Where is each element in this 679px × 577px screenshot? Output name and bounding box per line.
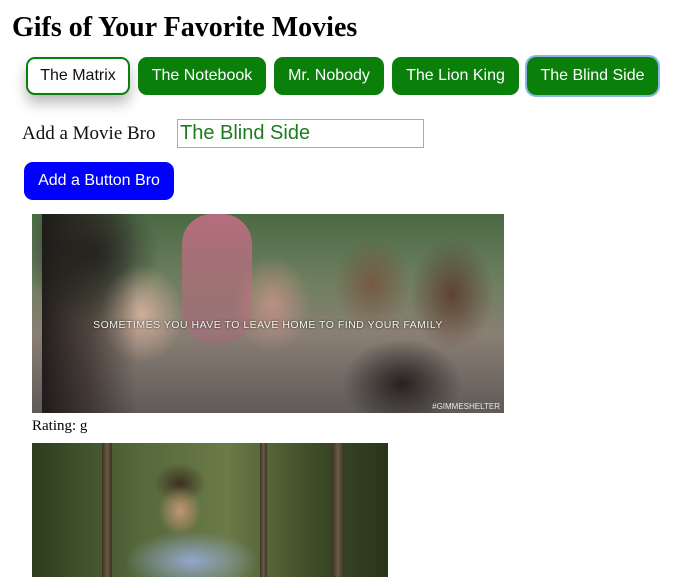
add-button[interactable]: Add a Button Bro: [24, 162, 174, 200]
gif-image-2[interactable]: [32, 443, 388, 577]
add-movie-label: Add a Movie Bro: [22, 123, 156, 144]
movie-input[interactable]: [177, 119, 424, 148]
page-title: Gifs of Your Favorite Movies: [12, 12, 358, 43]
gif-1-caption: SOMETIMES YOU HAVE TO LEAVE HOME TO FIND…: [93, 319, 443, 331]
gif-image-1[interactable]: SOMETIMES YOU HAVE TO LEAVE HOME TO FIND…: [32, 214, 504, 413]
gif-2-tree-trunk: [260, 443, 267, 577]
movie-button-mr-nobody[interactable]: Mr. Nobody: [274, 57, 384, 95]
page: Gifs of Your Favorite Movies The Matrix …: [0, 0, 679, 577]
gif-1-scene-shape: [42, 214, 137, 413]
movie-button-the-matrix[interactable]: The Matrix: [26, 57, 130, 95]
movie-button-the-blind-side[interactable]: The Blind Side: [525, 55, 660, 97]
gif-1-rating: Rating: g: [32, 418, 88, 434]
gif-1-watermark: #GIMMESHELTER: [432, 402, 500, 411]
gif-2-tree-trunk: [332, 443, 344, 577]
movie-button-the-notebook[interactable]: The Notebook: [138, 57, 266, 95]
movie-button-the-lion-king[interactable]: The Lion King: [392, 57, 519, 95]
gif-2-tree-trunk: [102, 443, 112, 577]
